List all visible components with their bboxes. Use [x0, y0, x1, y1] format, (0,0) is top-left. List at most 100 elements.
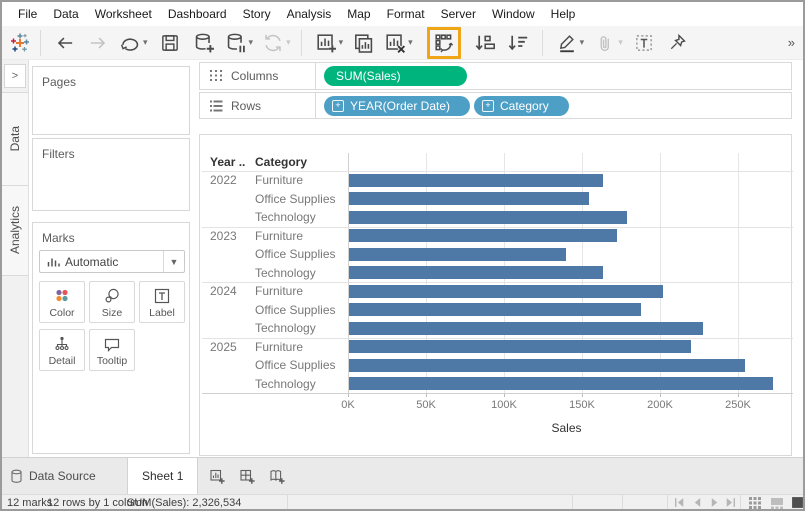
- new-story-tab-button[interactable]: [262, 458, 292, 494]
- filters-shelf[interactable]: Filters: [32, 138, 190, 211]
- highlight-caret-icon[interactable]: ▾: [580, 37, 585, 48]
- color-button[interactable]: Color: [39, 281, 85, 323]
- redo-icon[interactable]: [86, 31, 110, 55]
- bar-2023-office-supplies[interactable]: [349, 248, 566, 261]
- toolbar-overflow-button[interactable]: »: [788, 35, 795, 50]
- category-label[interactable]: Technology: [255, 377, 316, 391]
- tab-sheet-1[interactable]: Sheet 1: [127, 458, 198, 494]
- fix-axes-icon[interactable]: [665, 31, 689, 55]
- bar-2023-furniture[interactable]: [349, 229, 617, 242]
- category-label[interactable]: Technology: [255, 266, 316, 280]
- menu-item-map[interactable]: Map: [339, 2, 378, 26]
- pill-category[interactable]: + Category: [474, 96, 569, 116]
- bar-2024-furniture[interactable]: [349, 285, 663, 298]
- year-label[interactable]: 2025: [210, 340, 237, 354]
- category-label[interactable]: Office Supplies: [255, 192, 336, 206]
- x-axis-title[interactable]: Sales: [552, 421, 582, 435]
- bar-2022-technology[interactable]: [349, 211, 627, 224]
- row-header-category[interactable]: Category: [255, 155, 307, 169]
- year-label[interactable]: 2022: [210, 173, 237, 187]
- menu-item-data[interactable]: Data: [45, 2, 86, 26]
- show-mark-labels-icon[interactable]: [632, 31, 656, 55]
- tooltip-button[interactable]: Tooltip: [89, 329, 135, 371]
- show-filmstrip-icon[interactable]: [770, 496, 784, 510]
- expand-field-icon[interactable]: +: [482, 100, 494, 112]
- menu-item-analysis[interactable]: Analysis: [279, 2, 340, 26]
- bar-2025-office-supplies[interactable]: [349, 359, 745, 372]
- pause-auto-updates-caret-icon[interactable]: ▾: [249, 37, 254, 48]
- columns-pill-area[interactable]: SUM(Sales): [316, 63, 791, 89]
- year-label[interactable]: 2023: [210, 229, 237, 243]
- clear-sheet-icon[interactable]: [383, 31, 407, 55]
- new-dashboard-tab-button[interactable]: [232, 458, 262, 494]
- category-label[interactable]: Furniture: [255, 173, 303, 187]
- menu-item-worksheet[interactable]: Worksheet: [87, 2, 160, 26]
- category-label[interactable]: Technology: [255, 210, 316, 224]
- menu-item-format[interactable]: Format: [379, 2, 433, 26]
- sort-descending-icon[interactable]: [505, 31, 529, 55]
- data-source-tab[interactable]: Data Source: [2, 458, 127, 494]
- bar-2024-technology[interactable]: [349, 322, 703, 335]
- menu-item-dashboard[interactable]: Dashboard: [160, 2, 235, 26]
- bar-2022-furniture[interactable]: [349, 174, 603, 187]
- pill-sum-sales[interactable]: SUM(Sales): [324, 66, 467, 86]
- clear-sheet-caret-icon[interactable]: ▾: [408, 37, 413, 48]
- pill-year-order-date[interactable]: + YEAR(Order Date): [324, 96, 470, 116]
- category-label[interactable]: Furniture: [255, 284, 303, 298]
- mark-type-dropdown[interactable]: Automatic ▼: [39, 250, 185, 273]
- show-sheet-tabs-icon[interactable]: [748, 496, 762, 510]
- sort-ascending-icon[interactable]: [472, 31, 496, 55]
- chevron-down-icon[interactable]: ▼: [163, 251, 184, 272]
- tab-data[interactable]: Data: [2, 92, 28, 185]
- bar-2024-office-supplies[interactable]: [349, 303, 641, 316]
- group-members-caret-icon[interactable]: ▾: [618, 37, 623, 48]
- run-update-caret-icon[interactable]: ▾: [286, 37, 291, 48]
- bar-2025-technology[interactable]: [349, 377, 773, 390]
- axis-tick-label[interactable]: 100K: [482, 399, 526, 411]
- bar-2022-office-supplies[interactable]: [349, 192, 589, 205]
- presentation-mode-icon[interactable]: [791, 496, 804, 509]
- menu-item-help[interactable]: Help: [543, 2, 584, 26]
- category-label[interactable]: Furniture: [255, 229, 303, 243]
- menu-item-file[interactable]: File: [10, 2, 45, 26]
- last-page-icon[interactable]: [724, 496, 737, 509]
- new-worksheet-caret-icon[interactable]: ▾: [339, 37, 344, 48]
- new-worksheet-icon[interactable]: [314, 31, 338, 55]
- run-update-icon[interactable]: [261, 31, 285, 55]
- menu-item-server[interactable]: Server: [433, 2, 484, 26]
- pause-auto-updates-icon[interactable]: [224, 31, 248, 55]
- menu-item-window[interactable]: Window: [484, 2, 543, 26]
- axis-tick-label[interactable]: 0K: [326, 399, 370, 411]
- duplicate-sheet-icon[interactable]: [351, 31, 375, 55]
- save-icon[interactable]: [158, 31, 182, 55]
- expand-pane-button[interactable]: >: [4, 64, 26, 88]
- previous-page-icon[interactable]: [691, 496, 704, 509]
- category-label[interactable]: Office Supplies: [255, 303, 336, 317]
- axis-tick-label[interactable]: 200K: [638, 399, 682, 411]
- new-worksheet-tab-button[interactable]: [202, 458, 232, 494]
- rows-pill-area[interactable]: + YEAR(Order Date) + Category: [316, 93, 791, 118]
- swap-rows-columns-icon[interactable]: [432, 31, 456, 55]
- category-label[interactable]: Office Supplies: [255, 358, 336, 372]
- row-header-year[interactable]: Year ..: [210, 155, 245, 169]
- next-page-icon[interactable]: [708, 496, 721, 509]
- first-page-icon[interactable]: [673, 496, 686, 509]
- axis-tick-label[interactable]: 50K: [404, 399, 448, 411]
- axis-tick-label[interactable]: 150K: [560, 399, 604, 411]
- new-data-source-icon[interactable]: [192, 31, 216, 55]
- category-label[interactable]: Technology: [255, 321, 316, 335]
- highlight-icon[interactable]: [555, 31, 579, 55]
- year-label[interactable]: 2024: [210, 284, 237, 298]
- axis-tick-label[interactable]: 250K: [716, 399, 760, 411]
- category-label[interactable]: Office Supplies: [255, 247, 336, 261]
- size-button[interactable]: Size: [89, 281, 135, 323]
- group-members-icon[interactable]: [593, 31, 617, 55]
- replay-caret-icon[interactable]: ▾: [143, 37, 148, 48]
- replay-icon[interactable]: [118, 31, 142, 55]
- bar-2025-furniture[interactable]: [349, 340, 691, 353]
- tab-analytics[interactable]: Analytics: [2, 185, 28, 276]
- menu-item-story[interactable]: Story: [235, 2, 279, 26]
- category-label[interactable]: Furniture: [255, 340, 303, 354]
- bar-2023-technology[interactable]: [349, 266, 603, 279]
- expand-field-icon[interactable]: +: [332, 100, 344, 112]
